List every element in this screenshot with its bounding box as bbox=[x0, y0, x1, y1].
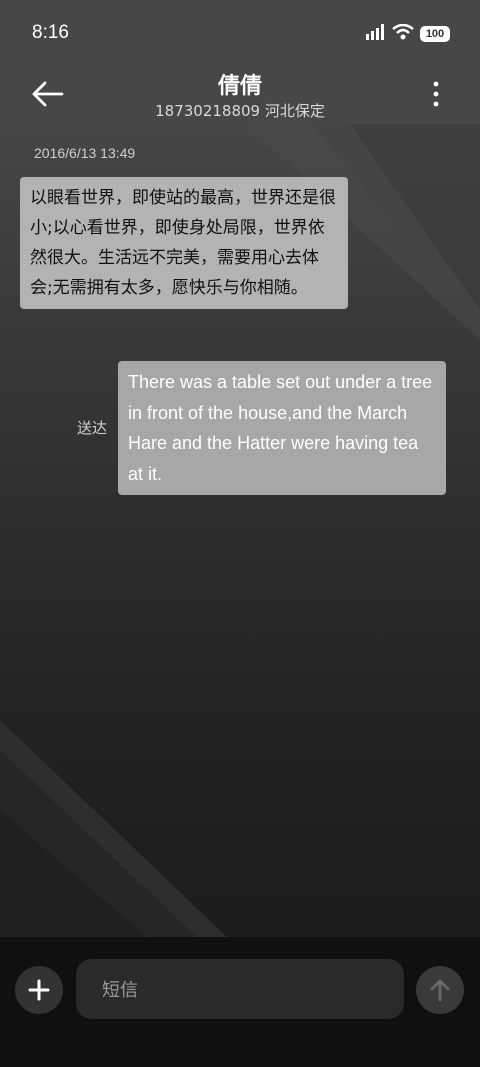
signal-icon bbox=[366, 24, 386, 44]
vertical-dots-icon bbox=[433, 81, 439, 107]
conversation-header: 倩倩 18730218809 河北保定 bbox=[0, 66, 480, 124]
more-options-button[interactable] bbox=[430, 80, 442, 108]
status-bar: 8:16 100 bbox=[0, 0, 480, 66]
sms-input[interactable]: 短信 bbox=[76, 959, 404, 1019]
message-timestamp: 2016/6/13 13:49 bbox=[34, 145, 136, 161]
status-time: 8:16 bbox=[32, 22, 69, 43]
battery-icon: 100 bbox=[420, 26, 450, 42]
contact-detail: 18730218809 河北保定 bbox=[155, 102, 325, 120]
contact-name: 倩倩 bbox=[217, 74, 262, 99]
wifi-icon bbox=[392, 23, 414, 44]
arrow-up-icon bbox=[430, 979, 450, 1002]
incoming-message-bubble[interactable]: 以眼看世界，即使站的最高，世界还是很小;以心看世界，即使身处局限，世界依然很大。… bbox=[20, 177, 348, 309]
plus-icon bbox=[28, 979, 50, 1001]
send-button[interactable] bbox=[416, 966, 464, 1014]
delivery-status: 送达 bbox=[77, 419, 108, 437]
status-icons: 100 bbox=[366, 23, 450, 44]
outgoing-message-bubble[interactable]: There was a table set out under a tree i… bbox=[118, 361, 446, 495]
add-attachment-button[interactable] bbox=[15, 966, 63, 1014]
